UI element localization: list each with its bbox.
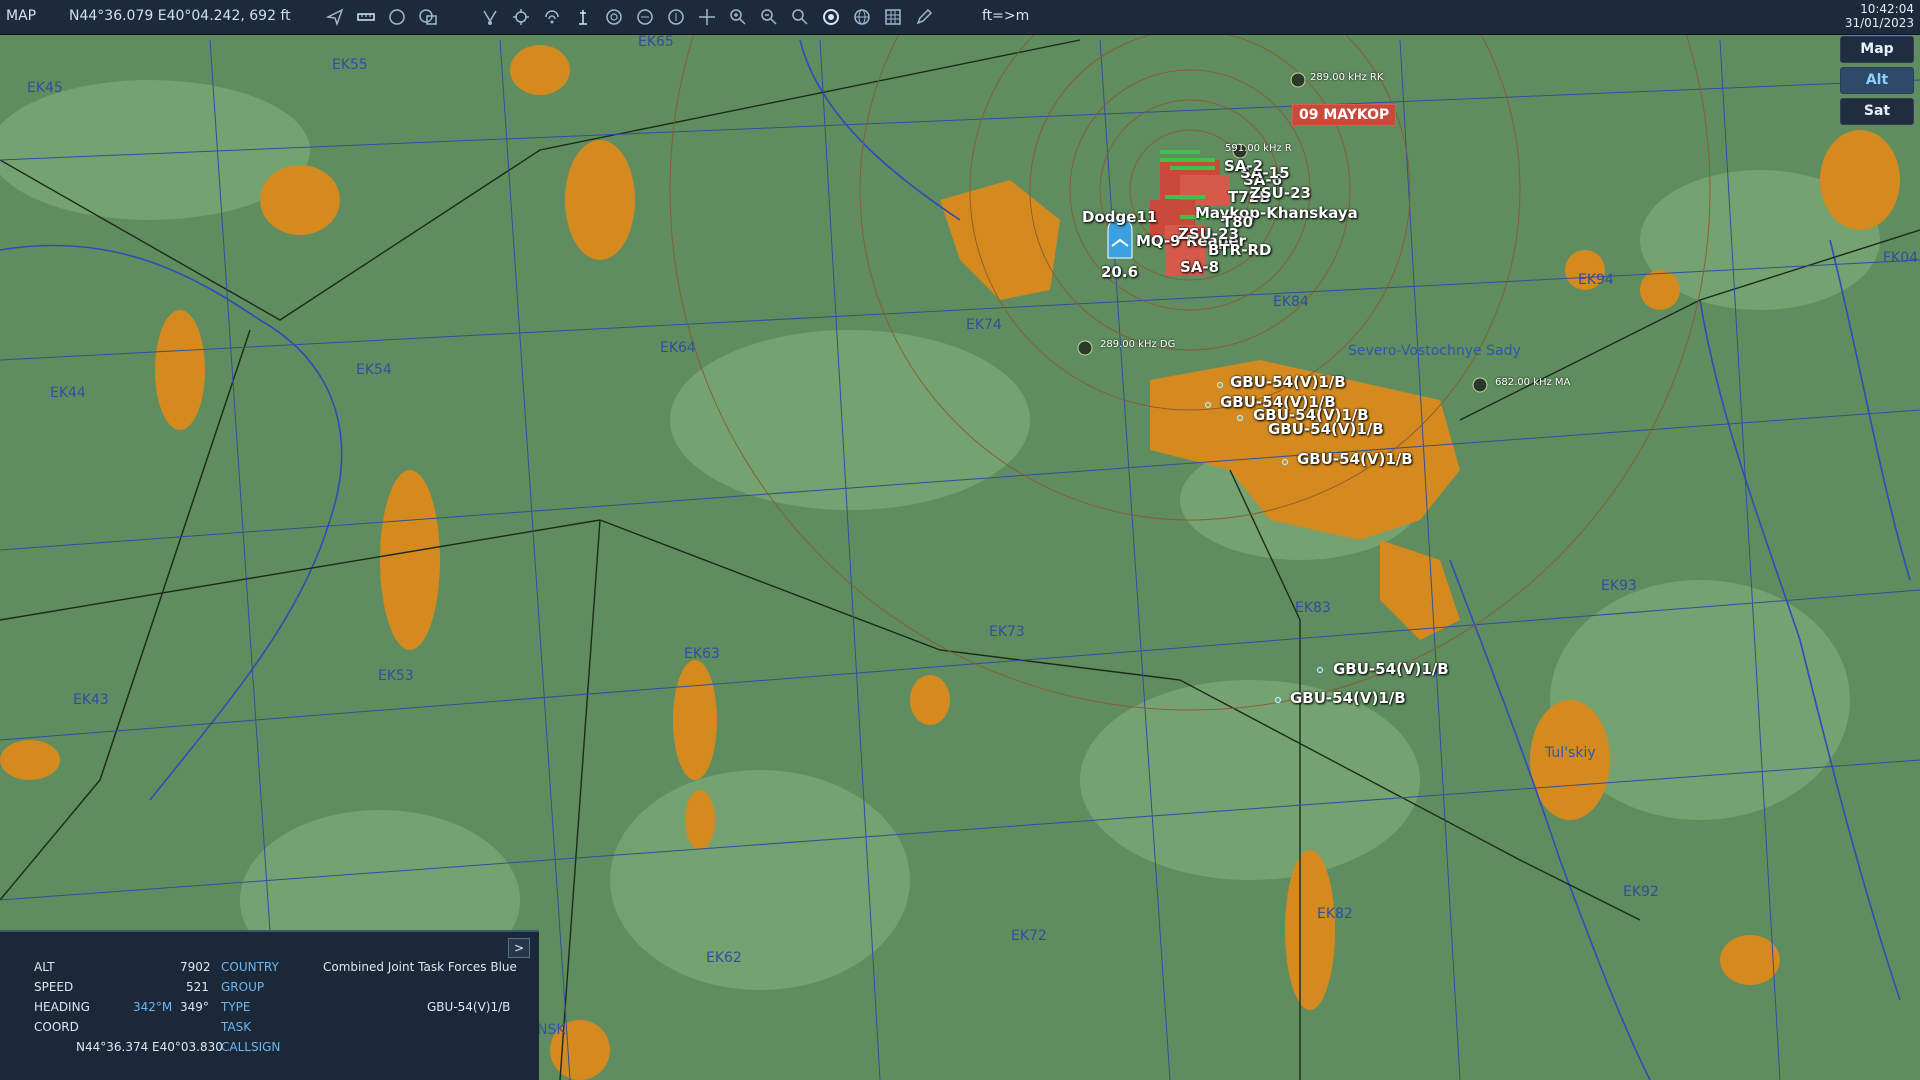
coord-label: COORD [34, 1020, 79, 1034]
map-canvas[interactable] [0, 35, 1920, 1080]
waypoint-icon[interactable] [478, 5, 502, 29]
clock: 10:42:04 31/01/2023 [1845, 2, 1914, 30]
beacon-label: 682.00 kHz MA [1495, 377, 1571, 388]
weapon-label: GBU-54(V)1/B [1290, 689, 1406, 707]
type-label: TYPE [221, 1000, 251, 1014]
grid-label: EK84 [1273, 294, 1309, 310]
map-type-selector: Map Alt Sat [1840, 36, 1914, 129]
zoom-fit-icon[interactable] [788, 5, 812, 29]
weapon-label: GBU-54(V)1/B [1230, 373, 1346, 391]
weapon-label: GBU-54(V)1/B [1333, 660, 1449, 678]
zoom-in-icon[interactable] [726, 5, 750, 29]
grid-label: EK45 [27, 80, 63, 96]
speed-value: 521 [186, 980, 209, 994]
town-label: Tul'skiy [1545, 745, 1596, 761]
target-icon[interactable] [509, 5, 533, 29]
hostile-unit-label: SA-2 [1224, 157, 1264, 175]
grid-label: FK04 [1883, 250, 1919, 266]
pan-icon[interactable] [695, 5, 719, 29]
coord-value: N44°36.374 E40°03.830 [76, 1040, 223, 1054]
mode-label: MAP [6, 8, 37, 24]
grid-label: EK74 [966, 317, 1002, 333]
grid-label: EK73 [989, 624, 1025, 640]
map-type-alt-button[interactable]: Alt [1840, 67, 1914, 94]
zoom-out-icon[interactable] [757, 5, 781, 29]
hostile-unit-label: SA-8 [1180, 258, 1220, 276]
radio-icon[interactable] [540, 5, 564, 29]
beacon-icon[interactable] [571, 5, 595, 29]
hostile-unit-label: BTR-RD [1208, 241, 1272, 259]
callsign-label: CALLSIGN [221, 1040, 281, 1054]
grid-label: EK54 [356, 362, 392, 378]
grid-label: EK82 [1317, 906, 1353, 922]
grid-label: EK92 [1623, 884, 1659, 900]
circle-icon[interactable] [385, 5, 409, 29]
threat-ring-icon[interactable] [602, 5, 626, 29]
grid-label: EK63 [684, 646, 720, 662]
map-type-sat-button[interactable]: Sat [1840, 98, 1914, 125]
expand-panel-button[interactable]: > [508, 938, 530, 958]
grid-label: EK43 [73, 692, 109, 708]
grid-icon[interactable] [881, 5, 905, 29]
grid-label: EK64 [660, 340, 696, 356]
grid-label: EK55 [332, 57, 368, 73]
town-label: NSK [537, 1022, 566, 1038]
radar-icon[interactable] [819, 5, 843, 29]
clock-time: 10:42:04 [1860, 2, 1914, 16]
cursor-coordinate-readout: N44°36.079 E40°04.242, 692 ft [69, 8, 291, 24]
heading-true-value: 349° [180, 1000, 209, 1014]
task-label: TASK [221, 1020, 252, 1034]
speed-label: SPEED [34, 980, 74, 994]
grid-label: EK62 [706, 950, 742, 966]
beacon-label: 591.00 kHz R [1225, 143, 1292, 154]
map-application: MAP N44°36.079 E40°04.242, 692 ft ft=>m … [0, 0, 1920, 1080]
hostile-unit-label: T80 [1222, 213, 1254, 231]
heading-magnetic-value: 342°M [133, 1000, 173, 1014]
grid-label: EK94 [1578, 272, 1614, 288]
type-value: GBU-54(V)1/B [427, 1000, 511, 1014]
grid-label: EK83 [1295, 600, 1331, 616]
alt-label: ALT [34, 960, 55, 974]
pencil-icon[interactable] [912, 5, 936, 29]
send-icon[interactable] [323, 5, 347, 29]
ruler-icon[interactable] [354, 5, 378, 29]
town-label: Maykop-Khanskaya [1195, 204, 1358, 222]
group-label: GROUP [221, 980, 265, 994]
beacon-label: 289.00 kHz RK [1310, 72, 1384, 83]
map-type-map-button[interactable]: Map [1840, 36, 1914, 63]
weapon-label: GBU-54(V)1/B [1297, 450, 1413, 468]
town-label: Severo-Vostochnye Sady [1348, 343, 1521, 359]
grid-label: EK72 [1011, 928, 1047, 944]
layers-icon[interactable] [416, 5, 440, 29]
friendly-value-label: 20.6 [1101, 263, 1139, 281]
unit-info-panel: > ALT 7902 SPEED 521 HEADING 342°M 349° … [0, 930, 539, 1080]
globe-icon[interactable] [850, 5, 874, 29]
units-toggle-button[interactable]: ft=>m [982, 8, 1029, 24]
grid-label: EK93 [1601, 578, 1637, 594]
weapon-label: GBU-54(V)1/B [1268, 420, 1384, 438]
top-toolbar: MAP N44°36.079 E40°04.242, 692 ft ft=>m … [0, 0, 1920, 35]
alt-value: 7902 [180, 960, 211, 974]
threat-ring-2-icon[interactable] [633, 5, 657, 29]
airfield-label[interactable]: 09 MAYKOP [1292, 104, 1397, 126]
threat-ring-3-icon[interactable] [664, 5, 688, 29]
grid-label: EK53 [378, 668, 414, 684]
grid-label: EK65 [638, 34, 674, 50]
clock-date: 31/01/2023 [1844, 16, 1914, 30]
beacon-label: 289.00 kHz DG [1100, 339, 1176, 350]
country-label: COUNTRY [221, 960, 279, 974]
friendly-callsign-label: Dodge11 [1082, 208, 1158, 226]
country-value: Combined Joint Task Forces Blue [323, 960, 517, 974]
heading-label: HEADING [34, 1000, 90, 1014]
grid-label: EK44 [50, 385, 86, 401]
